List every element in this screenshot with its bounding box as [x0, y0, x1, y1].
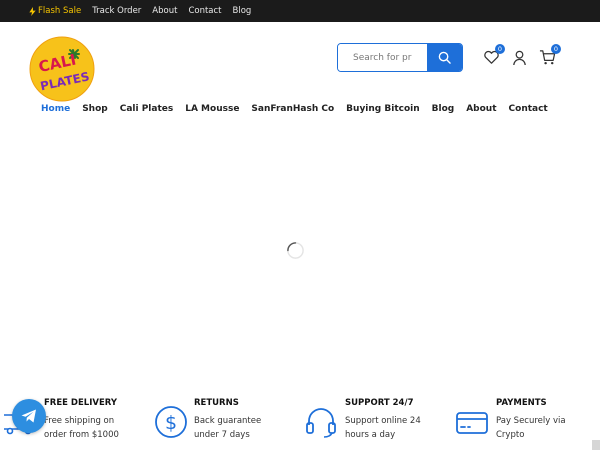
search-button[interactable] — [427, 44, 462, 71]
user-icon — [513, 50, 526, 66]
spinner-icon — [287, 242, 304, 259]
top-about-link[interactable]: About — [152, 6, 177, 16]
feature-title: SUPPORT 24/7 — [345, 398, 414, 408]
telegram-icon — [21, 409, 36, 423]
flash-sale-link[interactable]: Flash Sale — [29, 6, 81, 16]
feature-desc: Back guarantee under 7 days — [194, 416, 262, 440]
feature-desc: Support online 24 hours a day — [345, 416, 421, 440]
nav-item-contact[interactable]: Contact — [509, 104, 548, 114]
track-order-link[interactable]: Track Order — [92, 6, 141, 16]
nav-item-about[interactable]: About — [466, 104, 496, 114]
feature-title: FREE DELIVERY — [44, 398, 117, 408]
nav-item-shop[interactable]: Shop — [82, 104, 108, 114]
nav-item-cali-plates[interactable]: Cali Plates — [120, 104, 174, 114]
cart-button[interactable]: 0 — [539, 44, 561, 66]
top-contact-link[interactable]: Contact — [188, 6, 221, 16]
nav-item-blog[interactable]: Blog — [432, 104, 455, 114]
scrollbar[interactable] — [592, 440, 600, 450]
top-blog-link[interactable]: Blog — [233, 6, 252, 16]
headset-icon — [304, 405, 338, 439]
top-bar: Flash Sale Track Order About Contact Blo… — [0, 0, 600, 22]
nav-item-la-mousse[interactable]: LA Mousse — [185, 104, 239, 114]
top-bar-links: Flash Sale Track Order About Contact Blo… — [29, 0, 251, 22]
wishlist-count-badge: 0 — [495, 44, 505, 54]
feature-desc: Pay Securely via Crypto — [496, 416, 566, 440]
loading-spinner — [286, 241, 305, 260]
telegram-chat-button[interactable] — [12, 399, 46, 433]
search-icon — [438, 51, 451, 64]
flash-sale-label: Flash Sale — [38, 6, 82, 16]
feature-desc: Free shipping on order from $1000 — [44, 416, 119, 440]
credit-card-icon — [455, 405, 489, 439]
nav-item-home[interactable]: Home — [41, 104, 70, 114]
wishlist-button[interactable]: 0 — [483, 44, 505, 66]
site-logo[interactable]: CALI PLATES — [29, 36, 95, 102]
search-box — [337, 43, 463, 72]
nav-item-sanfranhash-co[interactable]: SanFranHash Co — [251, 104, 334, 114]
lightning-icon — [29, 6, 36, 16]
dollar-coin-icon: $ — [154, 405, 188, 439]
main-nav: Home Shop Cali Plates LA Mousse SanFranH… — [41, 102, 548, 116]
feature-title: PAYMENTS — [496, 398, 547, 408]
search-input[interactable] — [338, 44, 427, 71]
feature-title: RETURNS — [194, 398, 239, 408]
account-button[interactable] — [511, 49, 528, 66]
nav-item-buying-bitcoin[interactable]: Buying Bitcoin — [346, 104, 419, 114]
cart-count-badge: 0 — [551, 44, 561, 54]
cali-plates-logo: CALI PLATES — [29, 36, 95, 102]
features-strip: FREE DELIVERY Free shipping on order fro… — [0, 390, 600, 450]
svg-text:$: $ — [165, 412, 177, 434]
